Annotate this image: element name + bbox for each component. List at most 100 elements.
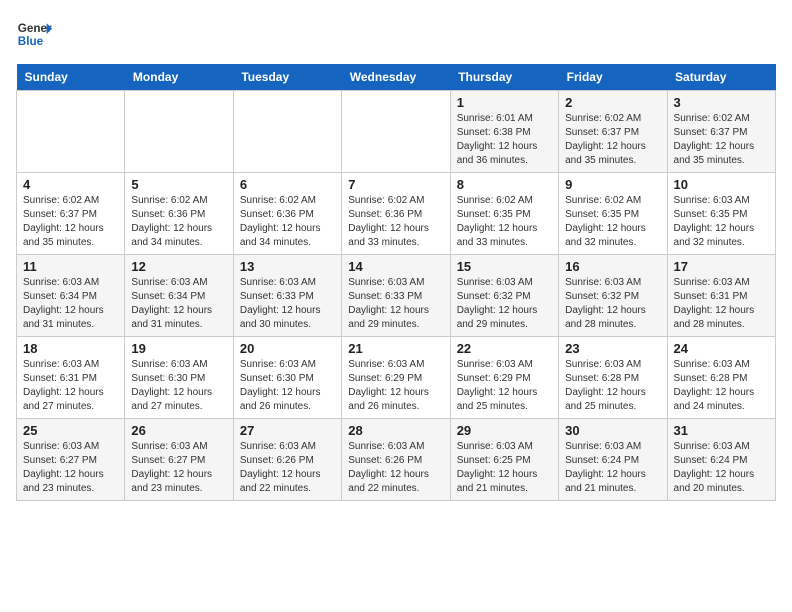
day-info: Sunrise: 6:03 AM Sunset: 6:26 PM Dayligh…: [240, 440, 335, 496]
day-number: 5: [131, 177, 226, 192]
calendar-cell: [233, 91, 341, 173]
day-info: Sunrise: 6:02 AM Sunset: 6:37 PM Dayligh…: [23, 194, 118, 250]
day-number: 23: [565, 341, 660, 356]
day-number: 6: [240, 177, 335, 192]
day-info: Sunrise: 6:03 AM Sunset: 6:31 PM Dayligh…: [23, 358, 118, 414]
day-header-tuesday: Tuesday: [233, 64, 341, 91]
calendar-cell: 4 Sunrise: 6:02 AM Sunset: 6:37 PM Daylig…: [17, 173, 125, 255]
calendar-cell: 9 Sunrise: 6:02 AM Sunset: 6:35 PM Daylig…: [559, 173, 667, 255]
day-header-sunday: Sunday: [17, 64, 125, 91]
day-number: 25: [23, 423, 118, 438]
calendar-cell: 10 Sunrise: 6:03 AM Sunset: 6:35 PM Dayli…: [667, 173, 775, 255]
calendar-cell: 13 Sunrise: 6:03 AM Sunset: 6:33 PM Dayli…: [233, 255, 341, 337]
day-number: 11: [23, 259, 118, 274]
day-number: 20: [240, 341, 335, 356]
calendar-cell: 6Sunrise: 6:02 AM Sunset: 6:36 PM Daylig…: [233, 173, 341, 255]
calendar-week-5: 25 Sunrise: 6:03 AM Sunset: 6:27 PM Dayli…: [17, 419, 776, 501]
calendar-cell: 14 Sunrise: 6:03 AM Sunset: 6:33 PM Dayli…: [342, 255, 450, 337]
calendar-cell: 7 Sunrise: 6:02 AM Sunset: 6:36 PM Daylig…: [342, 173, 450, 255]
day-number: 22: [457, 341, 552, 356]
day-info: Sunrise: 6:02 AM Sunset: 6:36 PM Dayligh…: [131, 194, 226, 250]
day-number: 2: [565, 95, 660, 110]
day-info: Sunrise: 6:02 AM Sunset: 6:35 PM Dayligh…: [565, 194, 660, 250]
day-info: Sunrise: 6:02 AM Sunset: 6:37 PM Dayligh…: [674, 112, 769, 168]
day-info: Sunrise: 6:03 AM Sunset: 6:29 PM Dayligh…: [348, 358, 443, 414]
calendar-cell: 29 Sunrise: 6:03 AM Sunset: 6:25 PM Dayli…: [450, 419, 558, 501]
day-info: Sunrise: 6:01 AM Sunset: 6:38 PM Dayligh…: [457, 112, 552, 168]
calendar-week-4: 18 Sunrise: 6:03 AM Sunset: 6:31 PM Dayli…: [17, 337, 776, 419]
calendar-cell: 31 Sunrise: 6:03 AM Sunset: 6:24 PM Dayli…: [667, 419, 775, 501]
header-row: SundayMondayTuesdayWednesdayThursdayFrid…: [17, 64, 776, 91]
day-number: 13: [240, 259, 335, 274]
calendar-cell: 18 Sunrise: 6:03 AM Sunset: 6:31 PM Dayli…: [17, 337, 125, 419]
day-header-saturday: Saturday: [667, 64, 775, 91]
calendar-cell: 16 Sunrise: 6:03 AM Sunset: 6:32 PM Dayli…: [559, 255, 667, 337]
day-number: 18: [23, 341, 118, 356]
calendar-cell: 8 Sunrise: 6:02 AM Sunset: 6:35 PM Daylig…: [450, 173, 558, 255]
calendar-cell: 15Sunrise: 6:03 AM Sunset: 6:32 PM Dayli…: [450, 255, 558, 337]
calendar-week-3: 11 Sunrise: 6:03 AM Sunset: 6:34 PM Dayli…: [17, 255, 776, 337]
day-info: Sunrise: 6:03 AM Sunset: 6:30 PM Dayligh…: [240, 358, 335, 414]
day-info: Sunrise: 6:03 AM Sunset: 6:24 PM Dayligh…: [674, 440, 769, 496]
day-number: 21: [348, 341, 443, 356]
day-number: 10: [674, 177, 769, 192]
day-info: Sunrise: 6:03 AM Sunset: 6:25 PM Dayligh…: [457, 440, 552, 496]
day-header-monday: Monday: [125, 64, 233, 91]
day-number: 1: [457, 95, 552, 110]
day-number: 24: [674, 341, 769, 356]
day-info: Sunrise: 6:03 AM Sunset: 6:34 PM Dayligh…: [23, 276, 118, 332]
day-number: 19: [131, 341, 226, 356]
day-number: 12: [131, 259, 226, 274]
logo-icon: General Blue: [16, 16, 52, 52]
day-number: 16: [565, 259, 660, 274]
day-number: 15: [457, 259, 552, 274]
calendar-cell: 5 Sunrise: 6:02 AM Sunset: 6:36 PM Daylig…: [125, 173, 233, 255]
calendar-cell: [342, 91, 450, 173]
day-info: Sunrise: 6:03 AM Sunset: 6:35 PM Dayligh…: [674, 194, 769, 250]
day-info: Sunrise: 6:03 AM Sunset: 6:33 PM Dayligh…: [240, 276, 335, 332]
day-info: Sunrise: 6:03 AM Sunset: 6:33 PM Dayligh…: [348, 276, 443, 332]
day-info: Sunrise: 6:03 AM Sunset: 6:28 PM Dayligh…: [565, 358, 660, 414]
day-info: Sunrise: 6:03 AM Sunset: 6:24 PM Dayligh…: [565, 440, 660, 496]
svg-text:Blue: Blue: [18, 35, 44, 48]
day-info: Sunrise: 6:03 AM Sunset: 6:26 PM Dayligh…: [348, 440, 443, 496]
day-info: Sunrise: 6:03 AM Sunset: 6:30 PM Dayligh…: [131, 358, 226, 414]
day-info: Sunrise: 6:03 AM Sunset: 6:29 PM Dayligh…: [457, 358, 552, 414]
calendar-cell: 27 Sunrise: 6:03 AM Sunset: 6:26 PM Dayli…: [233, 419, 341, 501]
calendar-week-2: 4 Sunrise: 6:02 AM Sunset: 6:37 PM Daylig…: [17, 173, 776, 255]
calendar-table: SundayMondayTuesdayWednesdayThursdayFrid…: [16, 64, 776, 501]
day-info: Sunrise: 6:02 AM Sunset: 6:37 PM Dayligh…: [565, 112, 660, 168]
day-number: 4: [23, 177, 118, 192]
day-number: 3: [674, 95, 769, 110]
calendar-cell: 20 Sunrise: 6:03 AM Sunset: 6:30 PM Dayli…: [233, 337, 341, 419]
day-number: 27: [240, 423, 335, 438]
day-number: 26: [131, 423, 226, 438]
day-info: Sunrise: 6:03 AM Sunset: 6:27 PM Dayligh…: [23, 440, 118, 496]
calendar-cell: 1 Sunrise: 6:01 AM Sunset: 6:38 PM Daylig…: [450, 91, 558, 173]
calendar-cell: 2 Sunrise: 6:02 AM Sunset: 6:37 PM Daylig…: [559, 91, 667, 173]
calendar-cell: 11 Sunrise: 6:03 AM Sunset: 6:34 PM Dayli…: [17, 255, 125, 337]
page-header: General Blue: [16, 16, 776, 52]
calendar-cell: [125, 91, 233, 173]
day-number: 31: [674, 423, 769, 438]
day-number: 9: [565, 177, 660, 192]
day-number: 7: [348, 177, 443, 192]
day-header-thursday: Thursday: [450, 64, 558, 91]
calendar-cell: 30 Sunrise: 6:03 AM Sunset: 6:24 PM Dayli…: [559, 419, 667, 501]
day-info: Sunrise: 6:02 AM Sunset: 6:36 PM Dayligh…: [348, 194, 443, 250]
calendar-cell: [17, 91, 125, 173]
calendar-cell: 25 Sunrise: 6:03 AM Sunset: 6:27 PM Dayli…: [17, 419, 125, 501]
calendar-cell: 3 Sunrise: 6:02 AM Sunset: 6:37 PM Daylig…: [667, 91, 775, 173]
day-number: 8: [457, 177, 552, 192]
calendar-cell: 23 Sunrise: 6:03 AM Sunset: 6:28 PM Dayli…: [559, 337, 667, 419]
day-info: Sunrise: 6:03 AM Sunset: 6:31 PM Dayligh…: [674, 276, 769, 332]
calendar-cell: 28Sunrise: 6:03 AM Sunset: 6:26 PM Dayli…: [342, 419, 450, 501]
day-info: Sunrise: 6:02 AM Sunset: 6:35 PM Dayligh…: [457, 194, 552, 250]
calendar-cell: 17Sunrise: 6:03 AM Sunset: 6:31 PM Dayli…: [667, 255, 775, 337]
day-number: 29: [457, 423, 552, 438]
calendar-cell: 22 Sunrise: 6:03 AM Sunset: 6:29 PM Dayli…: [450, 337, 558, 419]
day-number: 14: [348, 259, 443, 274]
calendar-cell: 21 Sunrise: 6:03 AM Sunset: 6:29 PM Dayli…: [342, 337, 450, 419]
day-number: 30: [565, 423, 660, 438]
day-info: Sunrise: 6:03 AM Sunset: 6:32 PM Dayligh…: [565, 276, 660, 332]
